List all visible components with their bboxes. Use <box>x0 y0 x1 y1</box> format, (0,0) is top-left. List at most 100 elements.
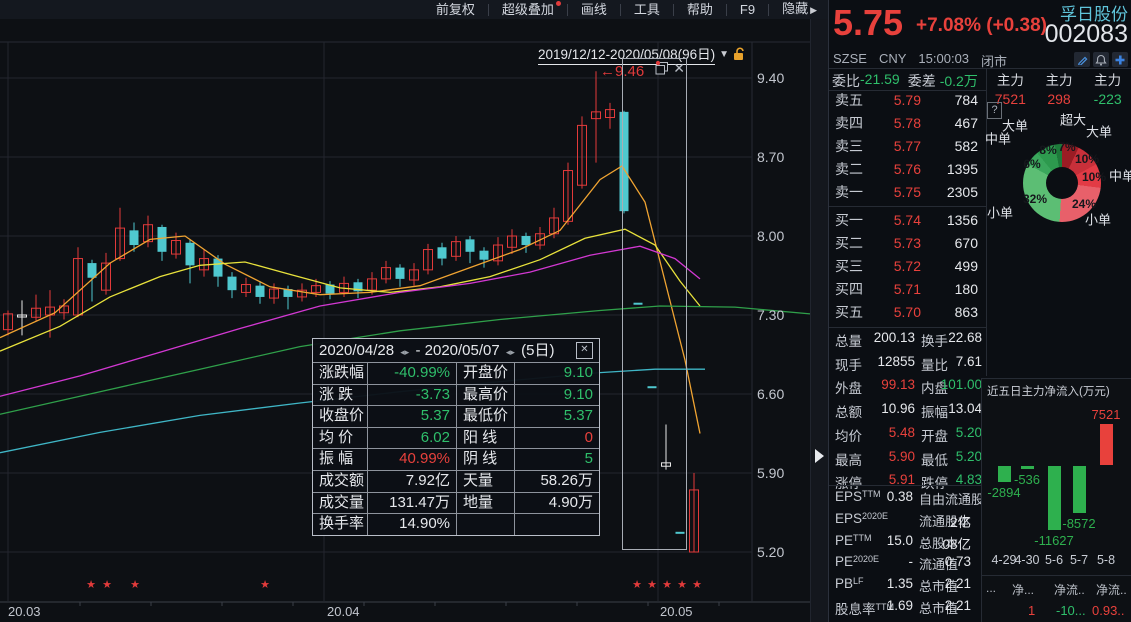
bid-row[interactable]: 买三5.72499 <box>829 254 986 277</box>
date-step-arrows-icon[interactable]: ◂▸ <box>400 347 409 357</box>
donut-segment-label: 小单 <box>1085 210 1111 229</box>
valuation-value: - <box>863 554 913 569</box>
level-volume: 582 <box>955 138 978 154</box>
flow-table-header: ... <box>986 581 996 595</box>
bid-row[interactable]: 买一5.741356 <box>829 208 986 231</box>
popup-header: 2020/04/28 ◂▸ - 2020/05/07 ◂▸ (5日) ✕ <box>313 339 599 362</box>
main-force-col: 主力298 <box>1035 69 1084 107</box>
popup-stat-row: 成交额7.92亿天量58.26万 <box>313 470 599 492</box>
unlock-icon[interactable] <box>733 47 745 61</box>
candle-down <box>228 277 237 291</box>
popup-stat-row: 成交量131.47万地量4.90万 <box>313 492 599 514</box>
level-volume: 670 <box>955 235 978 251</box>
stat-label: 最高 <box>835 449 862 469</box>
star-mark-icon: ★ <box>260 579 270 591</box>
popup-stat-value: -3.73 <box>367 385 457 406</box>
quote-panel: 5.75 +7.08% (+0.38) 孚日股份 002083 SZSE CNY… <box>828 0 1131 622</box>
popup-date-to: 2020/05/07 <box>425 342 500 359</box>
star-mark-icon: ★ <box>632 579 642 591</box>
chevron-down-icon[interactable]: ▼ <box>719 49 729 60</box>
donut-segment-label: 大单 <box>1002 116 1028 135</box>
price-axis-label: 9.40 <box>757 70 784 86</box>
menu-item-7[interactable]: 隐藏▶ <box>769 0 830 20</box>
popup-stat-row: 涨 跌-3.73最高价9.10 <box>313 384 599 406</box>
popup-stat-value: 9.10 <box>514 363 599 384</box>
valuation-value: 2.21 <box>929 598 971 613</box>
flow-table-value: 1 <box>1028 603 1035 618</box>
separator <box>829 206 986 207</box>
price-axis-label: 8.00 <box>757 228 784 244</box>
stat-label: 现手 <box>835 354 862 374</box>
level-volume: 863 <box>955 304 978 320</box>
star-mark-icon: ★ <box>692 579 702 591</box>
popup-stat-value: 4.90万 <box>514 493 599 514</box>
flow-table-value: -10... <box>1056 603 1086 618</box>
fund-flow-value-label: -2894 <box>987 485 1020 500</box>
popup-stat-label: 成交量 <box>313 493 367 514</box>
ask-row[interactable]: 卖三5.77582 <box>829 134 986 157</box>
popup-stat-label: 均 价 <box>313 428 367 449</box>
valuation-row: 股息率TTM1.69总市值2.21 <box>829 598 986 620</box>
donut-percent-label: 10% <box>1082 170 1106 184</box>
level-price: 5.78 <box>881 115 921 131</box>
five-day-fund-flow-panel: 近五日主力净流入(万元) -28944-29-5364-30-116275-6-… <box>981 378 1131 622</box>
ask-row[interactable]: 卖四5.78467 <box>829 111 986 134</box>
level-price: 5.74 <box>881 212 921 228</box>
menu-item-3[interactable]: 画线 <box>568 0 620 19</box>
candle-down <box>158 227 167 252</box>
alert-bell-icon[interactable] <box>1093 52 1109 67</box>
popup-stat-value: -40.99% <box>367 363 457 384</box>
close-selection-icon[interactable]: ✕ <box>673 60 685 76</box>
stat-row: 均价5.48开盘5.20 <box>829 425 986 449</box>
stock-trading-app: 前复权超级叠加画线工具帮助F9隐藏▶ ★★★★★★★★★9.408.708.00… <box>0 0 1131 622</box>
popup-close-icon[interactable]: ✕ <box>576 342 593 359</box>
bid-row[interactable]: 买二5.73670 <box>829 231 986 254</box>
popup-stat-label: 阴 线 <box>457 449 514 470</box>
fund-flow-bar <box>1073 466 1086 513</box>
level-label: 买三 <box>835 256 863 276</box>
window-restore-icon[interactable] <box>654 60 670 76</box>
ask-row[interactable]: 卖一5.752305 <box>829 181 986 204</box>
donut-segment-label: 小单 <box>987 203 1013 222</box>
candle-down <box>186 243 195 266</box>
add-plus-icon[interactable] <box>1112 52 1128 67</box>
price-axis-label: 8.70 <box>757 149 784 165</box>
popup-stat-label: 成交额 <box>313 471 367 492</box>
stat-row: 现手12855量比7.61 <box>829 354 986 378</box>
chevron-right-icon: ▶ <box>810 5 817 15</box>
donut-segment-label: 中单 <box>1109 166 1131 185</box>
expand-panel-arrow-icon[interactable] <box>815 449 824 463</box>
range-stats-popup: 2020/04/28 ◂▸ - 2020/05/07 ◂▸ (5日) ✕ 涨跌幅… <box>312 338 600 536</box>
menu-item-2[interactable]: 超级叠加 <box>489 0 567 19</box>
ask-row[interactable]: 卖二5.761395 <box>829 158 986 181</box>
date-step-arrows-icon[interactable]: ◂▸ <box>506 347 515 357</box>
bid-row[interactable]: 买四5.71180 <box>829 278 986 301</box>
fund-flow-value-label: -11627 <box>1034 533 1074 548</box>
popup-stat-label: 天量 <box>457 471 514 492</box>
menu-item-4[interactable]: 工具 <box>621 0 673 19</box>
toolbar: 前复权超级叠加画线工具帮助F9隐藏▶ <box>0 0 830 20</box>
main-force-col: 主力-223 <box>1083 69 1131 107</box>
flow-table-header: 净流.. <box>1054 581 1085 598</box>
menu-item-1[interactable]: 前复权 <box>423 0 488 19</box>
edit-pencil-icon[interactable] <box>1074 52 1090 67</box>
stat-value: 12855 <box>863 354 915 369</box>
price-axis-label: 5.90 <box>757 465 784 481</box>
valuation-row: EPS2020E流通股本2亿 <box>829 511 986 533</box>
help-icon[interactable]: ? <box>987 102 1002 119</box>
bid-row[interactable]: 买五5.70863 <box>829 301 986 324</box>
menu-item-5[interactable]: 帮助 <box>674 0 726 19</box>
fund-flow-date-label: 5-8 <box>1097 553 1115 567</box>
level-label: 买五 <box>835 302 863 322</box>
region-selection-rect[interactable]: ✕ <box>622 58 687 550</box>
popup-stat-label: 最低价 <box>457 406 514 427</box>
stat-value: 5.90 <box>863 449 915 464</box>
valuation-label: PBLF <box>835 576 864 591</box>
popup-stat-label: 振 幅 <box>313 449 367 470</box>
fund-flow-bar <box>998 466 1011 482</box>
menu-item-6[interactable]: F9 <box>727 0 768 19</box>
panel-collapse-strip <box>810 19 829 622</box>
fund-flow-value-label: -536 <box>1014 472 1040 487</box>
ask-row[interactable]: 卖五5.79784 <box>829 88 986 111</box>
candle-down <box>466 239 475 251</box>
